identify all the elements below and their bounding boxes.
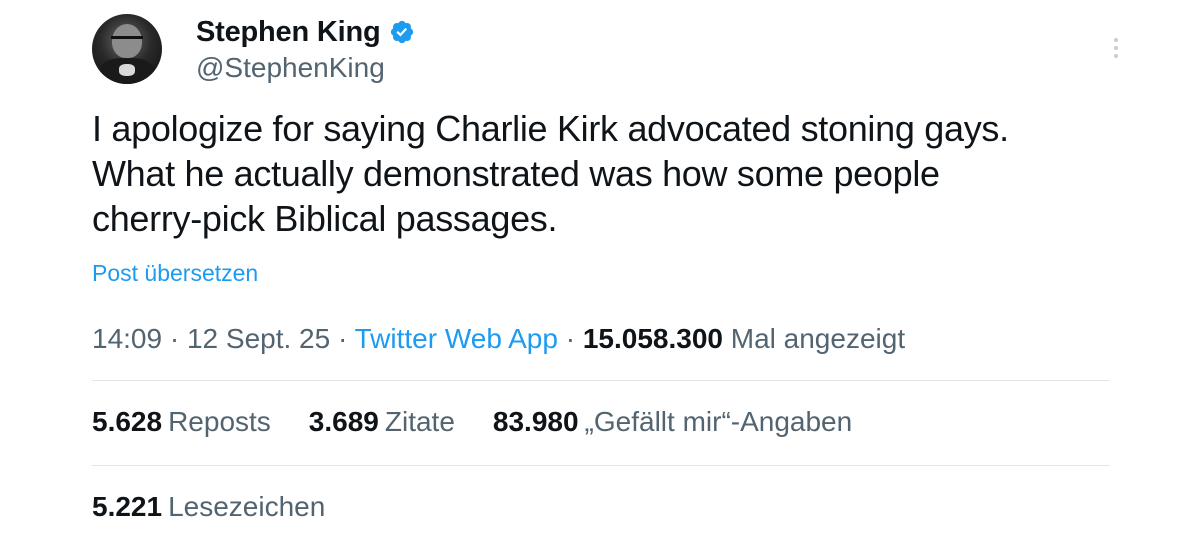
tweet-detail: Stephen King @StephenKing I apologize fo… bbox=[0, 0, 1200, 546]
likes-label: „Gefällt mir“-Angaben bbox=[584, 406, 853, 437]
tweet-text-line: What he actually demonstrated was how so… bbox=[92, 153, 940, 194]
bookmarks-stats: 5.221 Lesezeichen bbox=[92, 491, 363, 523]
source-app-link[interactable]: Twitter Web App bbox=[355, 323, 558, 354]
meta-separator: · bbox=[565, 323, 583, 354]
tweet-time[interactable]: 14:09 bbox=[92, 323, 162, 354]
author-name-row[interactable]: Stephen King bbox=[196, 14, 415, 50]
tweet-text-line: I apologize for saying Charlie Kirk advo… bbox=[92, 108, 1009, 149]
divider bbox=[92, 380, 1110, 381]
engagement-stats: 5.628 Reposts 3.689 Zitate 83.980 „Gefällt … bbox=[92, 406, 890, 438]
divider bbox=[92, 465, 1110, 466]
bookmarks-label: Lesezeichen bbox=[168, 491, 326, 522]
tweet-text-line: cherry-pick Biblical passages. bbox=[92, 198, 558, 239]
bookmarks-stat[interactable]: 5.221 Lesezeichen bbox=[92, 491, 325, 523]
reposts-count: 5.628 bbox=[92, 406, 163, 437]
quotes-count: 3.689 bbox=[308, 406, 379, 437]
avatar-shirt-print bbox=[119, 64, 135, 76]
meta-separator: · bbox=[337, 323, 355, 354]
views-count: 15.058.300 bbox=[582, 323, 723, 354]
tweet-date[interactable]: 12 Sept. 25 bbox=[187, 323, 330, 354]
views-label: Mal angezeigt bbox=[730, 323, 906, 354]
tweet-text: I apologize for saying Charlie Kirk advo… bbox=[92, 106, 1112, 241]
avatar[interactable] bbox=[92, 14, 162, 84]
avatar-glasses bbox=[111, 36, 143, 47]
verified-badge-icon bbox=[389, 19, 415, 45]
reposts-stat[interactable]: 5.628 Reposts bbox=[92, 406, 271, 438]
author-display-name[interactable]: Stephen King bbox=[196, 16, 381, 49]
quotes-stat[interactable]: 3.689 Zitate bbox=[309, 406, 455, 438]
bookmarks-count: 5.221 bbox=[92, 491, 163, 522]
meta-separator: · bbox=[169, 323, 187, 354]
more-vertical-icon[interactable] bbox=[1104, 36, 1128, 60]
quotes-label: Zitate bbox=[384, 406, 455, 437]
author-handle[interactable]: @StephenKing bbox=[196, 52, 385, 84]
tweet-meta: 14:09 · 12 Sept. 25 · Twitter Web App · … bbox=[92, 323, 905, 355]
translate-post-link[interactable]: Post übersetzen bbox=[92, 260, 258, 287]
likes-stat[interactable]: 83.980 „Gefällt mir“-Angaben bbox=[493, 406, 852, 438]
reposts-label: Reposts bbox=[168, 406, 271, 437]
likes-count: 83.980 bbox=[492, 406, 579, 437]
